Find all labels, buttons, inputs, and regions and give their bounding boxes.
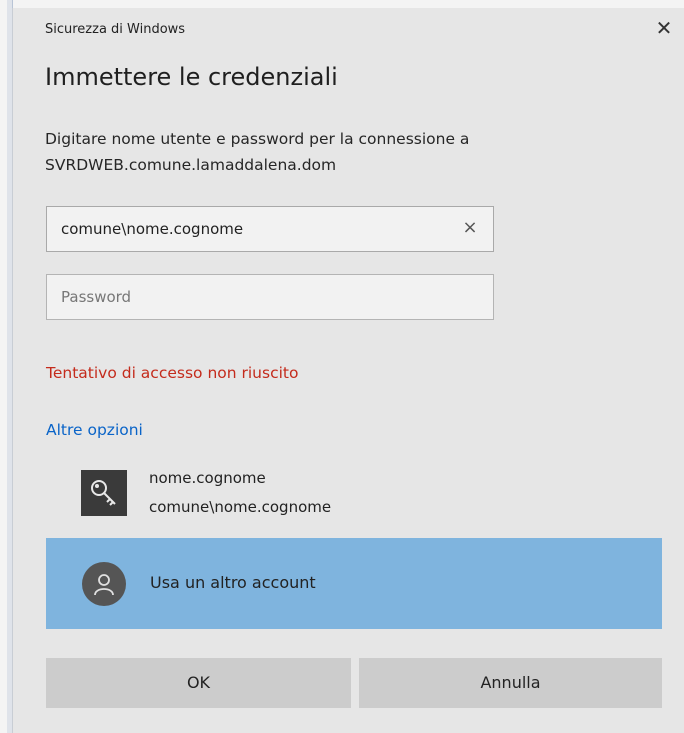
clear-icon[interactable]: ×	[461, 218, 479, 238]
person-icon	[82, 562, 126, 606]
credentials-dialog: Sicurezza di Windows ✕ Immettere le cred…	[12, 8, 684, 733]
close-icon[interactable]: ✕	[652, 16, 676, 40]
dialog-heading: Immettere le credenziali	[45, 63, 338, 91]
more-options-link[interactable]: Altre opzioni	[46, 421, 143, 439]
username-value: comune\nome.cognome	[61, 220, 244, 238]
use-other-account-option[interactable]: Usa un altro account	[46, 538, 662, 629]
ok-button[interactable]: OK	[46, 658, 351, 708]
description-line-1: Digitare nome utente e password per la c…	[45, 130, 470, 148]
saved-account-domain-user: comune\nome.cognome	[149, 498, 332, 516]
window-title: Sicurezza di Windows	[45, 22, 186, 37]
password-placeholder: Password	[61, 288, 132, 306]
saved-account-option[interactable]: nome.cognome comune\nome.cognome	[81, 466, 481, 526]
username-field[interactable]: comune\nome.cognome ×	[46, 206, 494, 252]
password-field[interactable]: Password	[46, 274, 494, 320]
cancel-button[interactable]: Annulla	[359, 658, 662, 708]
use-other-account-label: Usa un altro account	[150, 573, 316, 592]
dialog-description: Digitare nome utente e password per la c…	[45, 126, 645, 178]
saved-account-name: nome.cognome	[149, 469, 266, 487]
description-line-2: SVRDWEB.comune.lamaddalena.dom	[45, 156, 337, 174]
key-icon	[81, 470, 127, 516]
login-error-message: Tentativo di accesso non riuscito	[46, 364, 299, 382]
